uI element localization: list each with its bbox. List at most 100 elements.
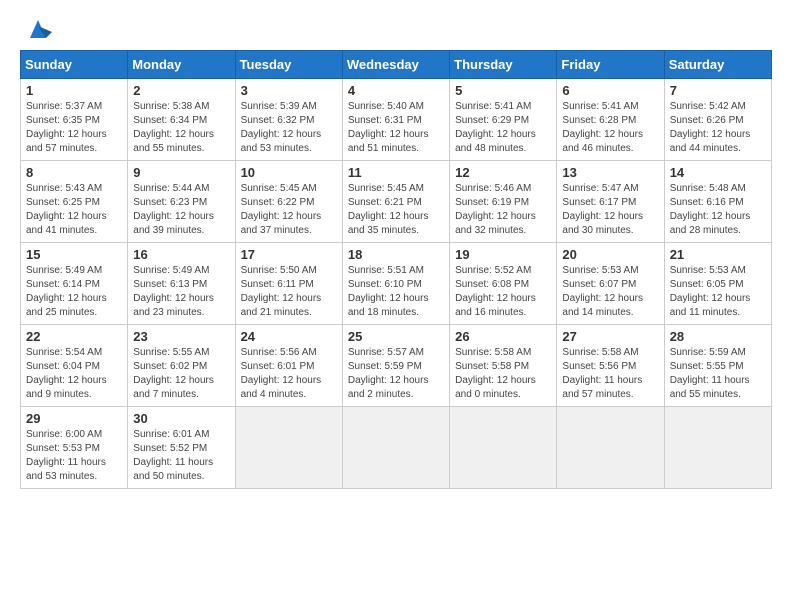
table-row: 8 Sunrise: 5:43 AM Sunset: 6:25 PM Dayli… <box>21 161 128 243</box>
day-info: Sunrise: 5:43 AM Sunset: 6:25 PM Dayligh… <box>26 182 122 238</box>
table-row: 19 Sunrise: 5:52 AM Sunset: 6:08 PM Dayl… <box>450 243 557 325</box>
day-info: Sunrise: 5:41 AM Sunset: 6:29 PM Dayligh… <box>455 100 551 156</box>
table-row: 4 Sunrise: 5:40 AM Sunset: 6:31 PM Dayli… <box>342 79 449 161</box>
table-row: 7 Sunrise: 5:42 AM Sunset: 6:26 PM Dayli… <box>664 79 771 161</box>
calendar-week-row: 8 Sunrise: 5:43 AM Sunset: 6:25 PM Dayli… <box>21 161 772 243</box>
day-number: 6 <box>562 83 658 98</box>
day-number: 16 <box>133 247 229 262</box>
table-row: 15 Sunrise: 5:49 AM Sunset: 6:14 PM Dayl… <box>21 243 128 325</box>
day-number: 22 <box>26 329 122 344</box>
table-row: 14 Sunrise: 5:48 AM Sunset: 6:16 PM Dayl… <box>664 161 771 243</box>
day-info: Sunrise: 5:57 AM Sunset: 5:59 PM Dayligh… <box>348 346 444 402</box>
col-friday: Friday <box>557 51 664 79</box>
table-row: 16 Sunrise: 5:49 AM Sunset: 6:13 PM Dayl… <box>128 243 235 325</box>
table-row: 6 Sunrise: 5:41 AM Sunset: 6:28 PM Dayli… <box>557 79 664 161</box>
table-row <box>342 407 449 489</box>
day-number: 26 <box>455 329 551 344</box>
col-thursday: Thursday <box>450 51 557 79</box>
table-row: 5 Sunrise: 5:41 AM Sunset: 6:29 PM Dayli… <box>450 79 557 161</box>
header <box>20 16 772 40</box>
table-row: 18 Sunrise: 5:51 AM Sunset: 6:10 PM Dayl… <box>342 243 449 325</box>
day-number: 7 <box>670 83 766 98</box>
table-row: 27 Sunrise: 5:58 AM Sunset: 5:56 PM Dayl… <box>557 325 664 407</box>
table-row: 23 Sunrise: 5:55 AM Sunset: 6:02 PM Dayl… <box>128 325 235 407</box>
table-row: 17 Sunrise: 5:50 AM Sunset: 6:11 PM Dayl… <box>235 243 342 325</box>
day-info: Sunrise: 5:53 AM Sunset: 6:07 PM Dayligh… <box>562 264 658 320</box>
day-number: 5 <box>455 83 551 98</box>
day-info: Sunrise: 5:45 AM Sunset: 6:21 PM Dayligh… <box>348 182 444 238</box>
day-info: Sunrise: 5:38 AM Sunset: 6:34 PM Dayligh… <box>133 100 229 156</box>
table-row <box>664 407 771 489</box>
table-row: 10 Sunrise: 5:45 AM Sunset: 6:22 PM Dayl… <box>235 161 342 243</box>
day-number: 17 <box>241 247 337 262</box>
day-info: Sunrise: 5:39 AM Sunset: 6:32 PM Dayligh… <box>241 100 337 156</box>
table-row: 13 Sunrise: 5:47 AM Sunset: 6:17 PM Dayl… <box>557 161 664 243</box>
day-info: Sunrise: 5:45 AM Sunset: 6:22 PM Dayligh… <box>241 182 337 238</box>
day-number: 9 <box>133 165 229 180</box>
calendar-week-row: 22 Sunrise: 5:54 AM Sunset: 6:04 PM Dayl… <box>21 325 772 407</box>
day-number: 10 <box>241 165 337 180</box>
day-info: Sunrise: 5:54 AM Sunset: 6:04 PM Dayligh… <box>26 346 122 402</box>
table-row: 12 Sunrise: 5:46 AM Sunset: 6:19 PM Dayl… <box>450 161 557 243</box>
day-info: Sunrise: 5:37 AM Sunset: 6:35 PM Dayligh… <box>26 100 122 156</box>
day-info: Sunrise: 5:52 AM Sunset: 6:08 PM Dayligh… <box>455 264 551 320</box>
table-row: 30 Sunrise: 6:01 AM Sunset: 5:52 PM Dayl… <box>128 407 235 489</box>
day-number: 13 <box>562 165 658 180</box>
day-info: Sunrise: 5:53 AM Sunset: 6:05 PM Dayligh… <box>670 264 766 320</box>
table-row: 9 Sunrise: 5:44 AM Sunset: 6:23 PM Dayli… <box>128 161 235 243</box>
table-row <box>235 407 342 489</box>
page: Sunday Monday Tuesday Wednesday Thursday… <box>0 0 792 612</box>
calendar-week-row: 29 Sunrise: 6:00 AM Sunset: 5:53 PM Dayl… <box>21 407 772 489</box>
col-sunday: Sunday <box>21 51 128 79</box>
day-info: Sunrise: 5:40 AM Sunset: 6:31 PM Dayligh… <box>348 100 444 156</box>
day-number: 30 <box>133 411 229 426</box>
day-info: Sunrise: 5:46 AM Sunset: 6:19 PM Dayligh… <box>455 182 551 238</box>
day-number: 4 <box>348 83 444 98</box>
table-row: 28 Sunrise: 5:59 AM Sunset: 5:55 PM Dayl… <box>664 325 771 407</box>
day-info: Sunrise: 5:56 AM Sunset: 6:01 PM Dayligh… <box>241 346 337 402</box>
day-number: 23 <box>133 329 229 344</box>
day-info: Sunrise: 5:47 AM Sunset: 6:17 PM Dayligh… <box>562 182 658 238</box>
day-info: Sunrise: 5:49 AM Sunset: 6:13 PM Dayligh… <box>133 264 229 320</box>
day-info: Sunrise: 5:55 AM Sunset: 6:02 PM Dayligh… <box>133 346 229 402</box>
day-info: Sunrise: 5:58 AM Sunset: 5:56 PM Dayligh… <box>562 346 658 402</box>
table-row: 1 Sunrise: 5:37 AM Sunset: 6:35 PM Dayli… <box>21 79 128 161</box>
day-info: Sunrise: 5:58 AM Sunset: 5:58 PM Dayligh… <box>455 346 551 402</box>
table-row: 21 Sunrise: 5:53 AM Sunset: 6:05 PM Dayl… <box>664 243 771 325</box>
col-monday: Monday <box>128 51 235 79</box>
day-info: Sunrise: 5:59 AM Sunset: 5:55 PM Dayligh… <box>670 346 766 402</box>
logo <box>20 16 52 40</box>
col-tuesday: Tuesday <box>235 51 342 79</box>
day-number: 2 <box>133 83 229 98</box>
table-row: 22 Sunrise: 5:54 AM Sunset: 6:04 PM Dayl… <box>21 325 128 407</box>
table-row <box>557 407 664 489</box>
day-number: 19 <box>455 247 551 262</box>
calendar-week-row: 15 Sunrise: 5:49 AM Sunset: 6:14 PM Dayl… <box>21 243 772 325</box>
table-row: 20 Sunrise: 5:53 AM Sunset: 6:07 PM Dayl… <box>557 243 664 325</box>
col-wednesday: Wednesday <box>342 51 449 79</box>
table-row: 29 Sunrise: 6:00 AM Sunset: 5:53 PM Dayl… <box>21 407 128 489</box>
calendar-week-row: 1 Sunrise: 5:37 AM Sunset: 6:35 PM Dayli… <box>21 79 772 161</box>
calendar-table: Sunday Monday Tuesday Wednesday Thursday… <box>20 50 772 489</box>
day-number: 18 <box>348 247 444 262</box>
day-number: 15 <box>26 247 122 262</box>
table-row: 26 Sunrise: 5:58 AM Sunset: 5:58 PM Dayl… <box>450 325 557 407</box>
day-number: 14 <box>670 165 766 180</box>
day-number: 29 <box>26 411 122 426</box>
day-number: 12 <box>455 165 551 180</box>
calendar-header-row: Sunday Monday Tuesday Wednesday Thursday… <box>21 51 772 79</box>
day-number: 3 <box>241 83 337 98</box>
day-info: Sunrise: 5:41 AM Sunset: 6:28 PM Dayligh… <box>562 100 658 156</box>
table-row <box>450 407 557 489</box>
table-row: 25 Sunrise: 5:57 AM Sunset: 5:59 PM Dayl… <box>342 325 449 407</box>
day-info: Sunrise: 5:51 AM Sunset: 6:10 PM Dayligh… <box>348 264 444 320</box>
day-number: 24 <box>241 329 337 344</box>
day-number: 27 <box>562 329 658 344</box>
day-info: Sunrise: 5:50 AM Sunset: 6:11 PM Dayligh… <box>241 264 337 320</box>
day-number: 21 <box>670 247 766 262</box>
day-info: Sunrise: 5:42 AM Sunset: 6:26 PM Dayligh… <box>670 100 766 156</box>
day-info: Sunrise: 5:44 AM Sunset: 6:23 PM Dayligh… <box>133 182 229 238</box>
table-row: 3 Sunrise: 5:39 AM Sunset: 6:32 PM Dayli… <box>235 79 342 161</box>
day-number: 8 <box>26 165 122 180</box>
col-saturday: Saturday <box>664 51 771 79</box>
